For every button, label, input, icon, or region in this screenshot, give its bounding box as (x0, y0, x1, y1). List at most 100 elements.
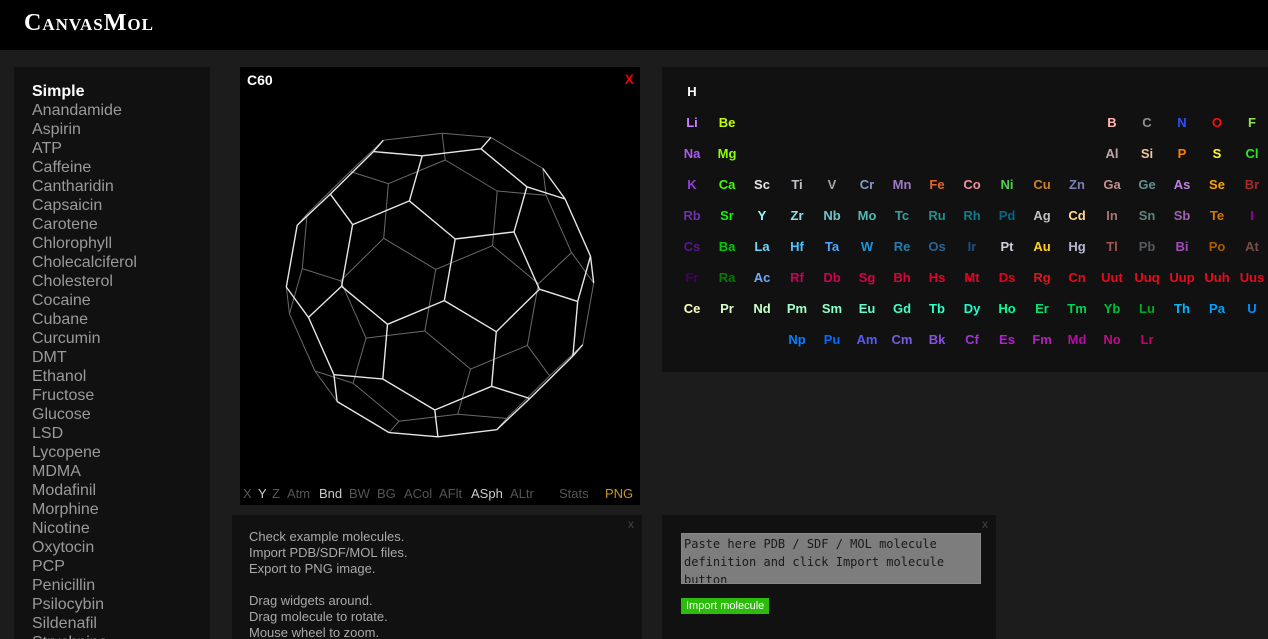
toolbar-toggle-asph[interactable]: ASph (471, 486, 503, 501)
element-sn[interactable]: Sn (1130, 208, 1164, 223)
element-pa[interactable]: Pa (1200, 301, 1234, 316)
element-uuh[interactable]: Uuh (1200, 270, 1234, 285)
element-bh[interactable]: Bh (885, 270, 919, 285)
element-fr[interactable]: Fr (675, 270, 709, 285)
molecule-list-item[interactable]: Aspirin (32, 120, 137, 139)
molecule-list-item[interactable]: Simple (32, 82, 137, 101)
element-es[interactable]: Es (990, 332, 1024, 347)
element-fe[interactable]: Fe (920, 177, 954, 192)
element-md[interactable]: Md (1060, 332, 1094, 347)
element-gd[interactable]: Gd (885, 301, 919, 316)
element-ga[interactable]: Ga (1095, 177, 1129, 192)
element-y[interactable]: Y (745, 208, 779, 223)
element-fm[interactable]: Fm (1025, 332, 1059, 347)
import-close-button[interactable]: x (982, 517, 988, 531)
element-eu[interactable]: Eu (850, 301, 884, 316)
element-ir[interactable]: Ir (955, 239, 989, 254)
element-ds[interactable]: Ds (990, 270, 1024, 285)
molecule-list-item[interactable]: Chlorophyll (32, 234, 137, 253)
info-close-button[interactable]: x (628, 517, 634, 531)
element-os[interactable]: Os (920, 239, 954, 254)
toolbar-toggle-atm[interactable]: Atm (287, 486, 310, 501)
element-cm[interactable]: Cm (885, 332, 919, 347)
molecule-list-item[interactable]: Ethanol (32, 367, 137, 386)
toolbar-toggle-bg[interactable]: BG (377, 486, 396, 501)
element-te[interactable]: Te (1200, 208, 1234, 223)
element-np[interactable]: Np (780, 332, 814, 347)
toolbar-toggle-stats[interactable]: Stats (559, 486, 589, 501)
element-no[interactable]: No (1095, 332, 1129, 347)
element-cr[interactable]: Cr (850, 177, 884, 192)
element-zn[interactable]: Zn (1060, 177, 1094, 192)
import-panel[interactable]: x Import molecule (662, 515, 996, 639)
element-na[interactable]: Na (675, 146, 709, 161)
toolbar-toggle-y[interactable]: Y (258, 486, 267, 501)
element-tb[interactable]: Tb (920, 301, 954, 316)
element-pd[interactable]: Pd (990, 208, 1024, 223)
element-lr[interactable]: Lr (1130, 332, 1164, 347)
element-al[interactable]: Al (1095, 146, 1129, 161)
element-ra[interactable]: Ra (710, 270, 744, 285)
element-p[interactable]: P (1165, 146, 1199, 161)
molecule-list-item[interactable]: Cocaine (32, 291, 137, 310)
molecule-list-item[interactable]: Carotene (32, 215, 137, 234)
periodic-table-panel[interactable]: H Li Be B C N O F Na Mg Al Si P S Cl K Ca Sc Ti V Cr Mn Fe Co Ni… (662, 67, 1268, 372)
element-hf[interactable]: Hf (780, 239, 814, 254)
molecule-list-item[interactable]: LSD (32, 424, 137, 443)
element-ho[interactable]: Ho (990, 301, 1024, 316)
element-th[interactable]: Th (1165, 301, 1199, 316)
element-pb[interactable]: Pb (1130, 239, 1164, 254)
element-n[interactable]: N (1165, 115, 1199, 130)
element-uuq[interactable]: Uuq (1130, 270, 1164, 285)
element-ta[interactable]: Ta (815, 239, 849, 254)
element-rh[interactable]: Rh (955, 208, 989, 223)
molecule-list-item[interactable]: Lycopene (32, 443, 137, 462)
element-as[interactable]: As (1165, 177, 1199, 192)
element-uup[interactable]: Uup (1165, 270, 1199, 285)
element-mo[interactable]: Mo (850, 208, 884, 223)
element-yb[interactable]: Yb (1095, 301, 1129, 316)
molecule-list-item[interactable]: Cubane (32, 310, 137, 329)
element-cu[interactable]: Cu (1025, 177, 1059, 192)
element-pr[interactable]: Pr (710, 301, 744, 316)
molecule-list-item[interactable]: Morphine (32, 500, 137, 519)
element-w[interactable]: W (850, 239, 884, 254)
element-cs[interactable]: Cs (675, 239, 709, 254)
element-ge[interactable]: Ge (1130, 177, 1164, 192)
element-bi[interactable]: Bi (1165, 239, 1199, 254)
element-cf[interactable]: Cf (955, 332, 989, 347)
element-ti[interactable]: Ti (780, 177, 814, 192)
element-o[interactable]: O (1200, 115, 1234, 130)
info-panel[interactable]: x Check example molecules. Import PDB/SDF… (232, 515, 642, 639)
element-li[interactable]: Li (675, 115, 709, 130)
molecule-list-item[interactable]: Modafinil (32, 481, 137, 500)
element-b[interactable]: B (1095, 115, 1129, 130)
element-sg[interactable]: Sg (850, 270, 884, 285)
molecule-list-item[interactable]: Oxytocin (32, 538, 137, 557)
element-hg[interactable]: Hg (1060, 239, 1094, 254)
element-sr[interactable]: Sr (710, 208, 744, 223)
molecule-list-item[interactable]: Fructose (32, 386, 137, 405)
element-rg[interactable]: Rg (1025, 270, 1059, 285)
element-rf[interactable]: Rf (780, 270, 814, 285)
element-s[interactable]: S (1200, 146, 1234, 161)
element-hs[interactable]: Hs (920, 270, 954, 285)
molecule-list-item[interactable]: ATP (32, 139, 137, 158)
element-nb[interactable]: Nb (815, 208, 849, 223)
element-mn[interactable]: Mn (885, 177, 919, 192)
element-si[interactable]: Si (1130, 146, 1164, 161)
molecule-list-item[interactable]: Sildenafil (32, 614, 137, 633)
molecule-list-item[interactable]: Anandamide (32, 101, 137, 120)
element-sc[interactable]: Sc (745, 177, 779, 192)
element-au[interactable]: Au (1025, 239, 1059, 254)
molecule-list-item[interactable]: PCP (32, 557, 137, 576)
element-pm[interactable]: Pm (780, 301, 814, 316)
viewer-close-button[interactable]: X (625, 71, 634, 87)
element-tc[interactable]: Tc (885, 208, 919, 223)
element-v[interactable]: V (815, 177, 849, 192)
element-zr[interactable]: Zr (780, 208, 814, 223)
molecule-list-item[interactable]: Glucose (32, 405, 137, 424)
molecule-canvas[interactable] (240, 67, 640, 485)
element-h[interactable]: H (675, 84, 709, 99)
molecule-list-item[interactable]: Cholesterol (32, 272, 137, 291)
